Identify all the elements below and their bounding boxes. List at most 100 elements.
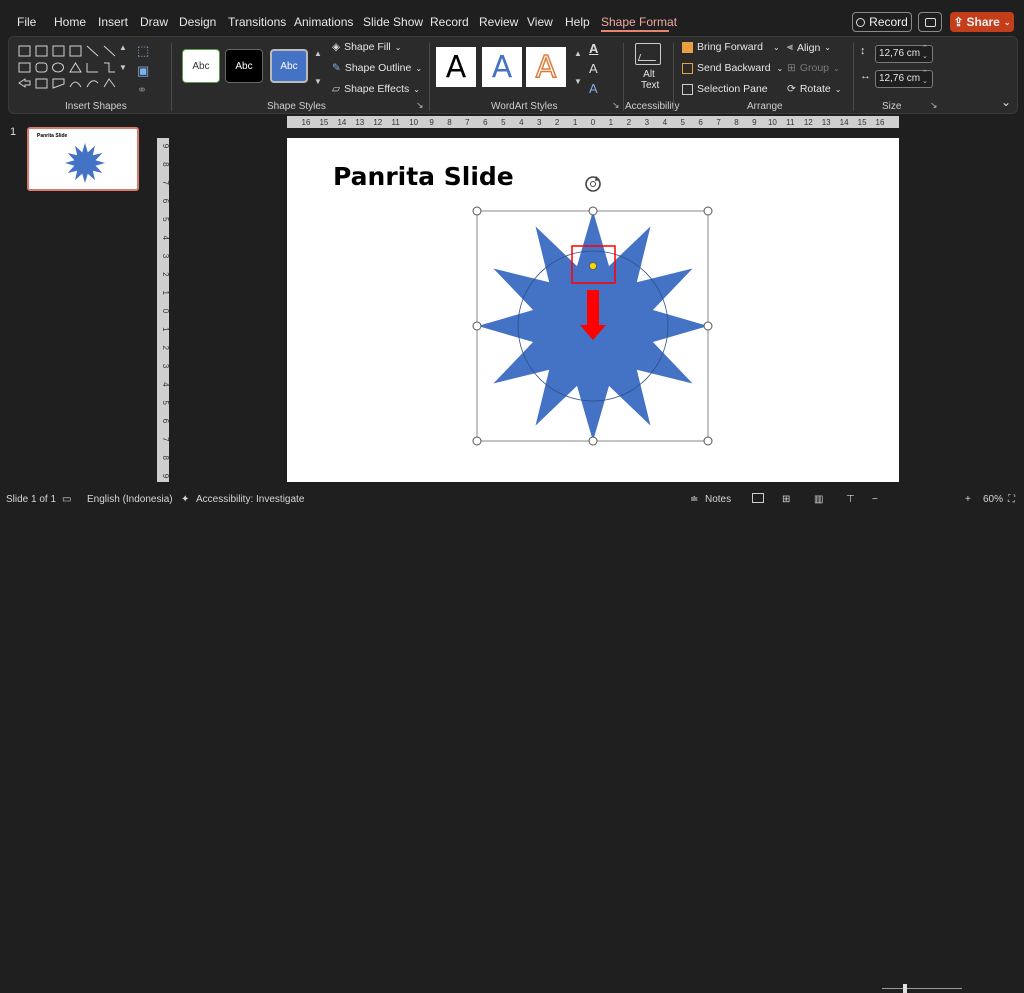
- ruler-tick-label: 8: [734, 118, 739, 127]
- alt-text-button[interactable]: Alt Text: [641, 69, 659, 91]
- tab-transitions[interactable]: Transitions: [228, 15, 286, 29]
- shape-outline-button[interactable]: ✎ Shape Outline ⌄: [332, 62, 422, 74]
- reading-view-icon[interactable]: ▥: [814, 494, 823, 505]
- shape-height-icon: ↕: [860, 45, 866, 57]
- ruler-tick-label: 6: [698, 118, 703, 127]
- rotate-icon: ⟳: [787, 83, 796, 95]
- send-backward-button[interactable]: Send Backward ⌄: [682, 62, 783, 74]
- resize-handle-top[interactable]: [588, 206, 598, 216]
- wordart-more-icon[interactable]: ▼: [574, 77, 582, 86]
- comments-button[interactable]: [918, 12, 942, 32]
- spell-check-icon[interactable]: ▭: [62, 494, 71, 505]
- chevron-down-icon: ⌄: [1003, 17, 1011, 27]
- notes-icon[interactable]: ≐: [690, 494, 698, 505]
- tab-view[interactable]: View: [527, 15, 553, 29]
- tab-record[interactable]: Record: [430, 15, 469, 29]
- text-fill-icon[interactable]: A: [589, 41, 598, 56]
- resize-handle-bottom-right[interactable]: [703, 436, 713, 446]
- accessibility-group-label: Accessibility: [625, 101, 680, 112]
- zoom-slider-track[interactable]: [882, 988, 962, 989]
- chevron-down-icon: ⌄: [413, 84, 420, 94]
- slide-canvas[interactable]: Panrita Slide: [287, 138, 899, 482]
- size-group-label: Size: [882, 101, 902, 112]
- styles-scroll-up-icon[interactable]: ▲: [314, 49, 322, 58]
- shape-fill-button[interactable]: ◈ Shape Fill ⌄: [332, 41, 401, 53]
- dialog-launcher-icon[interactable]: ↘: [930, 100, 938, 111]
- collapse-ribbon-icon[interactable]: ⌄: [1001, 95, 1011, 109]
- text-effects-icon[interactable]: A: [589, 81, 598, 96]
- resize-handle-top-left[interactable]: [472, 206, 482, 216]
- wordart-style-3[interactable]: A: [526, 47, 566, 87]
- ruler-tick-label: 9: [429, 118, 434, 127]
- tab-design[interactable]: Design: [179, 15, 216, 29]
- accessibility-status[interactable]: Accessibility: Investigate: [196, 494, 304, 505]
- merge-shapes-icon[interactable]: ⚭: [137, 83, 147, 97]
- text-box-icon[interactable]: ▣: [137, 63, 149, 79]
- record-button[interactable]: Record: [852, 12, 912, 32]
- tab-draw[interactable]: Draw: [140, 15, 168, 29]
- edit-shape-icon[interactable]: ⬚: [137, 43, 149, 59]
- dialog-launcher-icon[interactable]: ↘: [416, 100, 424, 111]
- tab-home[interactable]: Home: [54, 15, 86, 29]
- resize-handle-top-right[interactable]: [703, 206, 713, 216]
- rotation-handle-icon[interactable]: [585, 176, 601, 192]
- height-spinner-icon[interactable]: ⌃ ⌄: [922, 45, 928, 61]
- adjustment-handle[interactable]: [589, 262, 597, 270]
- wordart-style-1[interactable]: A: [436, 47, 476, 87]
- zoom-out-icon[interactable]: −: [872, 494, 878, 505]
- alt-text-icon[interactable]: [635, 43, 661, 65]
- ruler-tick-label: 8: [161, 455, 169, 460]
- shape-effects-icon: ▱: [332, 83, 341, 95]
- shape-style-preset-3[interactable]: Abc: [270, 49, 308, 83]
- wordart-style-2[interactable]: A: [482, 47, 522, 87]
- text-outline-icon[interactable]: A: [589, 61, 598, 76]
- bring-forward-button[interactable]: Bring Forward ⌄: [682, 41, 780, 53]
- width-spinner-icon[interactable]: ⌃ ⌄: [922, 70, 928, 86]
- styles-more-icon[interactable]: ▼: [314, 77, 322, 86]
- ruler-tick-label: 5: [680, 118, 685, 127]
- accessibility-icon[interactable]: ✦: [181, 494, 189, 505]
- shape-effects-button[interactable]: ▱ Shape Effects ⌄: [332, 83, 420, 95]
- zoom-slider-thumb[interactable]: [903, 984, 907, 993]
- language-status[interactable]: English (Indonesia): [87, 494, 173, 505]
- gallery-scroll-up-icon[interactable]: ▲: [119, 43, 127, 52]
- rotate-button[interactable]: ⟳ Rotate ⌄: [787, 83, 841, 95]
- slide-thumbnail[interactable]: Panrita Slide: [27, 127, 139, 191]
- resize-handle-bottom-left[interactable]: [472, 436, 482, 446]
- share-button[interactable]: ⇪ Share ⌄: [950, 12, 1014, 32]
- shapes-gallery[interactable]: [17, 43, 129, 93]
- dialog-launcher-icon[interactable]: ↘: [612, 100, 620, 111]
- slide-show-icon[interactable]: ⊤: [846, 494, 855, 505]
- selection-pane-button[interactable]: Selection Pane: [682, 83, 768, 95]
- normal-view-icon[interactable]: [752, 493, 764, 503]
- resize-handle-bottom[interactable]: [588, 436, 598, 446]
- separator: [429, 43, 430, 111]
- resize-handle-right[interactable]: [703, 321, 713, 331]
- tab-animations[interactable]: Animations: [294, 15, 353, 29]
- zoom-level[interactable]: 60%: [983, 494, 1003, 505]
- tab-insert[interactable]: Insert: [98, 15, 128, 29]
- zoom-in-icon[interactable]: +: [965, 494, 971, 505]
- wordart-scroll-up-icon[interactable]: ▲: [574, 49, 582, 58]
- slide-count-status[interactable]: Slide 1 of 1: [6, 494, 56, 505]
- shape-style-preset-1[interactable]: Abc: [182, 49, 220, 83]
- ruler-tick-label: 2: [161, 345, 169, 350]
- ruler-tick-label: 7: [161, 437, 169, 442]
- tab-review[interactable]: Review: [479, 15, 518, 29]
- shape-style-preset-2[interactable]: Abc: [225, 49, 263, 83]
- notes-button[interactable]: Notes: [705, 494, 731, 505]
- shape-styles-group-label: Shape Styles: [267, 101, 326, 112]
- resize-handle-left[interactable]: [472, 321, 482, 331]
- slide-sorter-icon[interactable]: ⊞: [782, 494, 790, 505]
- align-button[interactable]: ⫷ Align ⌄: [787, 41, 831, 54]
- tab-slide-show[interactable]: Slide Show: [363, 15, 423, 29]
- wordart-group-label: WordArt Styles: [491, 101, 558, 112]
- group-button[interactable]: ⊞ Group ⌄: [787, 62, 840, 74]
- tab-file[interactable]: File: [17, 15, 36, 29]
- fit-to-window-icon[interactable]: ⛶: [1008, 494, 1015, 505]
- tab-shape-format[interactable]: Shape Format: [601, 15, 677, 29]
- tab-help[interactable]: Help: [565, 15, 590, 29]
- chevron-down-icon: ⌄: [833, 63, 840, 73]
- pen-outline-icon: ✎: [332, 62, 341, 74]
- gallery-scroll-down-icon[interactable]: ▼: [119, 63, 127, 72]
